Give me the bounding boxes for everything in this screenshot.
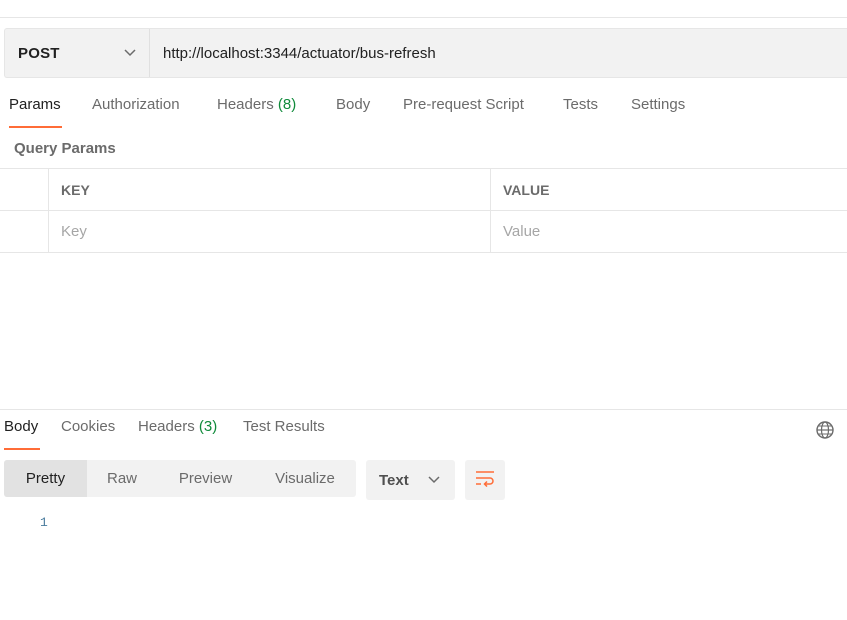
view-mode-visualize-label: Visualize [275, 470, 335, 487]
view-mode-pretty-label: Pretty [25, 470, 66, 487]
params-header-checkbox-cell [0, 169, 49, 210]
tab-headers[interactable]: Headers (8) [217, 96, 296, 128]
tab-body-label: Body [336, 96, 371, 113]
tab-tests-label: Tests [563, 96, 599, 113]
method-selector[interactable]: POST [5, 29, 150, 77]
response-headers-count-badge: (3) [198, 418, 218, 435]
tab-prerequest-label: Pre-request Script [403, 96, 524, 113]
value-column-header: VALUE [503, 181, 550, 198]
response-tab-test-results-label: Test Results [243, 418, 325, 435]
wrap-lines-button[interactable] [465, 460, 505, 500]
tab-settings[interactable]: Settings [631, 96, 685, 128]
params-row-checkbox-cell [0, 211, 49, 252]
view-mode-pretty[interactable]: Pretty [4, 460, 87, 497]
view-mode-preview[interactable]: Preview [157, 460, 254, 497]
value-placeholder: Value [503, 223, 541, 240]
param-key-input[interactable]: Key [49, 211, 491, 252]
response-tab-cookies-label: Cookies [61, 418, 116, 435]
format-label: Text [379, 471, 409, 489]
line-number: 1 [40, 515, 48, 530]
tab-headers-label: Headers [217, 96, 274, 113]
tab-settings-label: Settings [631, 96, 686, 113]
response-tab-body[interactable]: Body [4, 418, 40, 450]
tab-params-label: Params [9, 96, 61, 113]
response-tab-body-label: Body [4, 418, 39, 435]
response-divider[interactable] [0, 409, 847, 410]
tab-params[interactable]: Params [9, 96, 62, 128]
params-header-row: KEY VALUE [0, 169, 847, 211]
top-strip [0, 0, 847, 18]
response-tab-cookies[interactable]: Cookies [61, 418, 115, 450]
tab-body[interactable]: Body [336, 96, 370, 128]
params-header-value: VALUE [491, 169, 847, 210]
response-tab-test-results[interactable]: Test Results [243, 418, 325, 450]
chevron-down-icon [427, 473, 441, 487]
globe-icon[interactable] [814, 419, 836, 441]
view-mode-preview-label: Preview [178, 470, 233, 487]
format-dropdown[interactable]: Text [366, 460, 455, 500]
param-value-input[interactable]: Value [491, 211, 847, 252]
params-table: KEY VALUE Key Value [0, 168, 847, 253]
params-header-key: KEY [49, 169, 491, 210]
chevron-down-icon [123, 46, 137, 60]
tab-tests[interactable]: Tests [563, 96, 598, 128]
tab-prerequest-script[interactable]: Pre-request Script [403, 96, 524, 128]
wrap-lines-icon [474, 469, 496, 492]
response-tab-headers[interactable]: Headers (3) [138, 418, 217, 450]
query-params-title: Query Params [14, 140, 116, 157]
view-mode-selector: Pretty Raw Preview Visualize [4, 460, 356, 497]
response-tab-headers-label: Headers [138, 418, 195, 435]
params-empty-row: Key Value [0, 211, 847, 253]
view-mode-raw-label: Raw [106, 470, 137, 487]
view-mode-visualize[interactable]: Visualize [254, 460, 356, 497]
url-input[interactable] [150, 29, 847, 77]
request-bar: POST [4, 28, 847, 78]
headers-count-badge: (8) [277, 96, 297, 113]
method-label: POST [18, 44, 60, 62]
view-mode-raw[interactable]: Raw [87, 460, 157, 497]
tab-authorization[interactable]: Authorization [92, 96, 180, 128]
tab-authorization-label: Authorization [92, 96, 180, 113]
key-column-header: KEY [61, 181, 90, 198]
key-placeholder: Key [61, 223, 87, 240]
